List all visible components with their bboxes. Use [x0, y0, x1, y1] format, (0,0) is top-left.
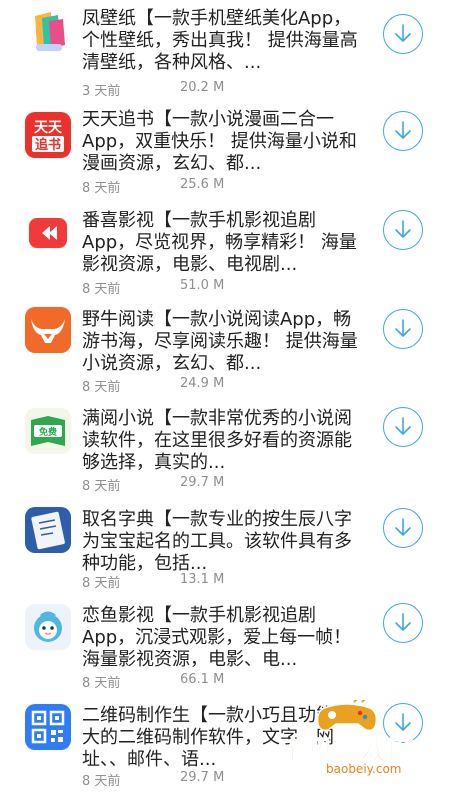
update-time: 8 天前 — [82, 181, 121, 196]
wallpaper-app-icon[interactable] — [25, 8, 71, 54]
app-description: 取名字典【一款专业的按生辰八字 为宝宝起名的工具。该软件具有多 种功能，包括..… — [82, 509, 352, 574]
download-arrow-icon — [395, 319, 411, 337]
download-button[interactable] — [383, 309, 423, 349]
download-arrow-icon — [395, 220, 411, 238]
list-item[interactable]: 恋鱼影视【一款手机影视追剧 App，沉浸式观影，爱上每一帧！ 海量影视资源，电影… — [0, 603, 450, 703]
file-size: 29.7 M — [180, 475, 225, 490]
download-arrow-icon — [395, 417, 411, 435]
update-time: 8 天前 — [82, 282, 121, 297]
download-arrow-icon — [395, 518, 411, 536]
app-description: 天天追书【一款小说漫画二合一 App，双重快乐！ 提供海量小说和 漫画资源，玄幻… — [82, 109, 357, 174]
update-time: 8 天前 — [82, 479, 121, 494]
download-arrow-icon — [395, 713, 411, 731]
qr-code-app-icon[interactable] — [25, 704, 71, 750]
download-button[interactable] — [383, 14, 423, 54]
download-button[interactable] — [383, 210, 423, 250]
update-time: 8 天前 — [82, 676, 121, 691]
update-time: 8 天前 — [82, 380, 121, 395]
download-arrow-icon — [395, 121, 411, 139]
download-button[interactable] — [383, 703, 423, 743]
svg-text:天天: 天天 — [34, 120, 63, 136]
list-item[interactable]: 二维码制作生【一款小巧且功能强 大的二维码制作软件，文字、网 址、、邮件、语..… — [0, 703, 450, 800]
list-item[interactable]: 凤壁纸【一款手机壁纸美化App， 个性壁纸，秀出真我！ 提供海量高 清壁纸，各种… — [0, 0, 450, 100]
update-time: 8 天前 — [82, 774, 121, 789]
update-time: 3 天前 — [82, 84, 121, 99]
file-size: 13.1 M — [180, 572, 225, 587]
app-description: 凤壁纸【一款手机壁纸美化App， 个性壁纸，秀出真我！ 提供海量高 清壁纸，各种… — [82, 8, 358, 73]
file-size: 20.2 M — [180, 80, 225, 95]
list-item[interactable]: 免费 满阅小说【一款非常优秀的小说阅 读软件，在这里很多好看的资源能 够选择，真… — [0, 404, 450, 504]
list-item[interactable]: 番喜影视【一款手机影视追剧 App，尽览视界，畅享精彩！ 海量 影视资源，电影、… — [0, 202, 450, 302]
video-play-app-icon[interactable] — [25, 210, 71, 256]
download-button[interactable] — [383, 407, 423, 447]
file-size: 66.1 M — [180, 672, 225, 687]
list-item[interactable]: 天天 追书 天天追书【一款小说漫画二合一 App，双重快乐！ 提供海量小说和 漫… — [0, 101, 450, 201]
download-button[interactable] — [383, 111, 423, 151]
app-description: 满阅小说【一款非常优秀的小说阅 读软件，在这里很多好看的资源能 够选择，真实的.… — [82, 408, 352, 473]
app-list: 凤壁纸【一款手机壁纸美化App， 个性壁纸，秀出真我！ 提供海量高 清壁纸，各种… — [0, 0, 450, 800]
download-arrow-icon — [395, 613, 411, 631]
download-button[interactable] — [383, 508, 423, 548]
book-chase-app-icon[interactable]: 天天 追书 — [25, 112, 71, 158]
app-description: 二维码制作生【一款小巧且功能强 大的二维码制作软件，文字、网 址、、邮件、语..… — [82, 705, 352, 770]
list-item[interactable]: 取名字典【一款专业的按生辰八字 为宝宝起名的工具。该软件具有多 种功能，包括..… — [0, 505, 450, 605]
update-time: 8 天前 — [82, 576, 121, 591]
file-size: 25.6 M — [180, 177, 225, 192]
svg-text:追书: 追书 — [35, 137, 61, 153]
fish-video-app-icon[interactable] — [25, 604, 71, 650]
app-description: 番喜影视【一款手机影视追剧 App，尽览视界，畅享精彩！ 海量 影视资源，电影、… — [82, 210, 357, 275]
file-size: 29.7 M — [180, 770, 225, 785]
app-description: 野牛阅读【一款小说阅读App，畅 游书海，尽享阅读乐趣！ 提供海量 小说资源，玄… — [82, 309, 358, 374]
file-size: 51.0 M — [180, 278, 225, 293]
list-item[interactable]: 野牛阅读【一款小说阅读App，畅 游书海，尽享阅读乐趣！ 提供海量 小说资源，玄… — [0, 303, 450, 403]
bison-reading-app-icon[interactable] — [25, 307, 71, 353]
file-size: 24.9 M — [180, 376, 225, 391]
name-dictionary-app-icon[interactable] — [25, 507, 71, 553]
svg-text:免费: 免费 — [39, 426, 57, 438]
download-arrow-icon — [395, 24, 411, 42]
app-description: 恋鱼影视【一款手机影视追剧 App，沉浸式观影，爱上每一帧！ 海量影视资源，电影… — [82, 605, 352, 670]
free-novel-app-icon[interactable]: 免费 — [25, 408, 71, 454]
download-button[interactable] — [383, 603, 423, 643]
